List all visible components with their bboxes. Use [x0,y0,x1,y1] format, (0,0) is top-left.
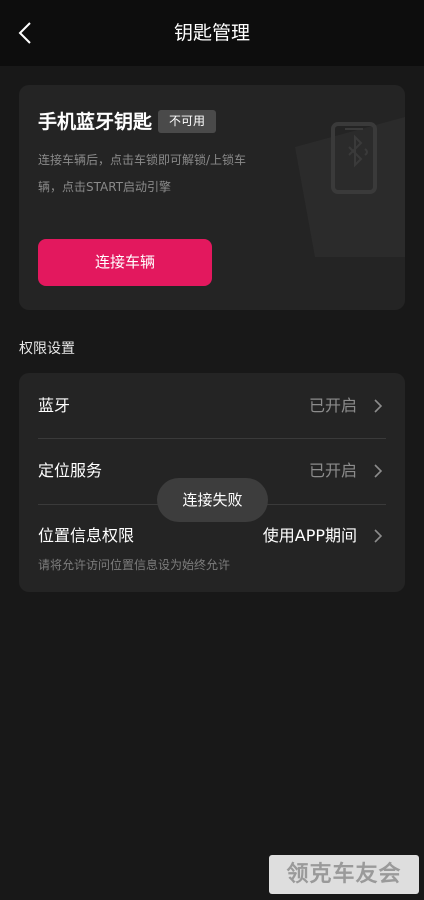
chevron-right-icon [374,399,383,413]
permission-value: 已开启 [308,461,357,480]
page-title: 钥匙管理 [173,22,250,44]
connect-vehicle-button[interactable]: 连接车辆 [38,239,212,286]
permission-label: 定位服务 [38,461,103,480]
permission-label: 位置信息权限 [38,526,135,545]
permission-hint: 请将允许访问位置信息设为始终允许 [38,558,231,572]
chevron-right-icon [374,529,383,543]
bluetooth-key-card: 手机蓝牙钥匙 不可用 连接车辆后，点击车锁即可解锁/上锁车辆，点击START启动… [19,85,405,310]
status-badge: 不可用 [158,110,217,133]
phone-bluetooth-icon [295,117,405,257]
bluetooth-key-title: 手机蓝牙钥匙 [38,111,153,133]
permissions-section-title: 权限设置 [19,341,75,357]
toast-message: 连接失败 [157,478,268,522]
permission-value: 已开启 [308,396,357,415]
permission-value: 使用APP期间 [262,526,357,545]
navigation-bar: 钥匙管理 [0,0,424,66]
permission-row-bluetooth[interactable]: 蓝牙 已开启 [19,373,405,438]
watermark-logo: 领克车友会 [269,855,419,894]
bluetooth-key-description: 连接车辆后，点击车锁即可解锁/上锁车辆，点击START启动引擎 [38,153,247,194]
chevron-right-icon [374,464,383,478]
permission-label: 蓝牙 [38,396,71,415]
